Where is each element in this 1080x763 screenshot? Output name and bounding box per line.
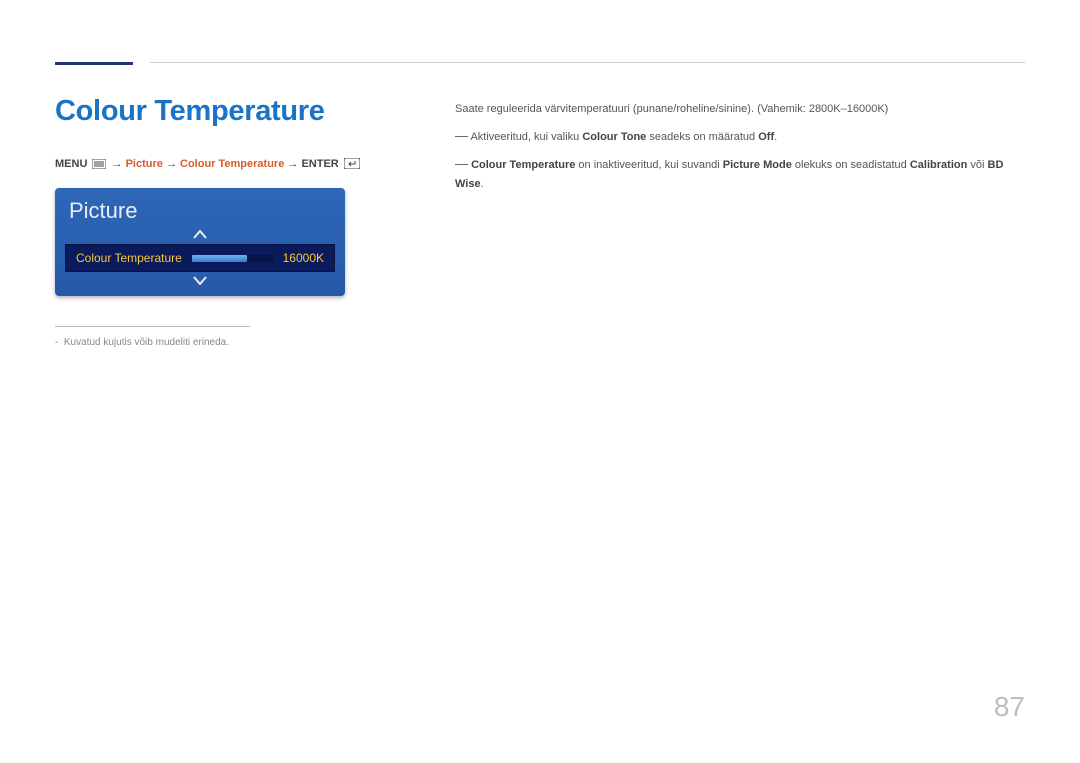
- nav-up-icon[interactable]: [55, 230, 345, 240]
- enter-icon: [344, 158, 360, 169]
- caption-dash: -: [55, 337, 64, 348]
- osd-menu: Picture Colour Temperature 16000K: [55, 188, 345, 296]
- note2-part-h: .: [481, 178, 484, 190]
- note2-part-b: on inaktiveeritud, kui suvandi: [575, 159, 722, 171]
- breadcrumb-picture: Picture: [126, 158, 163, 170]
- note2-picture-mode: Picture Mode: [723, 159, 792, 171]
- note2-colour-temperature: Colour Temperature: [471, 159, 575, 171]
- breadcrumb-enter: ENTER: [301, 158, 338, 170]
- note2-calibration: Calibration: [910, 159, 967, 171]
- header-divider: [150, 62, 1025, 63]
- menu-icon: [92, 159, 106, 169]
- note2-part-f: või: [967, 159, 987, 171]
- page-number: 87: [994, 691, 1025, 723]
- section-marker: [55, 62, 133, 65]
- caption-text: Kuvatud kujutis võib mudeliti erineda.: [64, 337, 229, 348]
- caption-divider: [55, 326, 250, 327]
- breadcrumb-arrow: →: [112, 158, 123, 170]
- osd-item-colour-temperature[interactable]: Colour Temperature 16000K: [65, 244, 335, 272]
- note-dash-icon: ―: [455, 156, 468, 171]
- note1-part-e: .: [774, 131, 777, 143]
- breadcrumb-arrow: →: [166, 158, 177, 170]
- right-column: Saate reguleerida värvitemperatuuri (pun…: [455, 100, 1025, 194]
- note-line-2: ― Colour Temperature on inaktiveeritud, …: [455, 153, 1025, 194]
- note1-part-c: seadeks on määratud: [646, 131, 758, 143]
- note-line-1: ― Aktiveeritud, kui valiku Colour Tone s…: [455, 125, 1025, 147]
- osd-slider[interactable]: [192, 255, 273, 262]
- osd-slider-fill: [192, 255, 247, 262]
- osd-menu-title: Picture: [55, 188, 345, 230]
- breadcrumb-menu: MENU: [55, 158, 87, 170]
- description-text: Saate reguleerida värvitemperatuuri (pun…: [455, 100, 1025, 119]
- breadcrumb-colour-temperature: Colour Temperature: [180, 158, 284, 170]
- note-dash-icon: ―: [455, 128, 468, 143]
- note2-part-d: olekuks on seadistatud: [792, 159, 910, 171]
- osd-item-label: Colour Temperature: [76, 251, 182, 265]
- illustration-caption: - Kuvatud kujutis võib mudeliti erineda.: [55, 337, 1025, 348]
- nav-down-icon[interactable]: [55, 276, 345, 286]
- osd-item-value: 16000K: [283, 251, 324, 265]
- breadcrumb-arrow: →: [287, 158, 298, 170]
- note1-off: Off: [758, 131, 774, 143]
- note1-colour-tone: Colour Tone: [582, 131, 646, 143]
- note1-part-a: Aktiveeritud, kui valiku: [470, 131, 582, 143]
